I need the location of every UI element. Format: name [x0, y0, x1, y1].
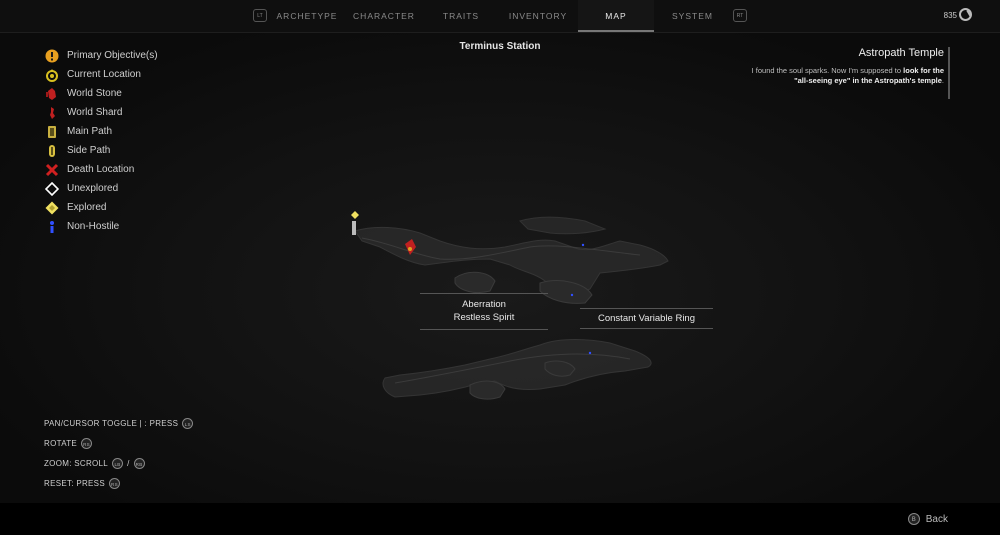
- legend-item-non-hostile: Non-Hostile: [44, 217, 158, 236]
- main-path-icon: [44, 124, 60, 140]
- legend-label: Side Path: [67, 145, 111, 156]
- tab-map[interactable]: MAP: [578, 0, 654, 32]
- death-location-icon: [44, 162, 60, 178]
- legend-item-current-location: Current Location: [44, 65, 158, 84]
- legend-label: World Stone: [67, 88, 122, 99]
- tab-system[interactable]: SYSTEM: [655, 0, 730, 32]
- legend-item-world-shard: World Shard: [44, 103, 158, 122]
- legend-item-world-stone: World Stone: [44, 84, 158, 103]
- legend-item-unexplored: Unexplored: [44, 179, 158, 198]
- explored-waypoint-icon: [351, 211, 359, 219]
- legend-label: Unexplored: [67, 183, 119, 194]
- right-bumper-button-icon: RB: [133, 457, 145, 469]
- legend-label: Main Path: [67, 126, 113, 137]
- legend-label: Death Location: [67, 164, 135, 175]
- left-bumper-key[interactable]: LT: [253, 9, 267, 22]
- control-label: ZOOM: SCROLL: [44, 458, 109, 468]
- explored-icon: [44, 200, 60, 216]
- map-legend: Primary Objective(s) Current Location Wo…: [44, 46, 158, 236]
- legend-label: Primary Objective(s): [67, 50, 158, 61]
- map-label-aberration[interactable]: Aberration Restless Spirit: [420, 293, 548, 330]
- legend-label: Non-Hostile: [67, 221, 120, 232]
- legend-item-death-location: Death Location: [44, 160, 158, 179]
- currency-amount: 835: [943, 11, 957, 20]
- world-shard-icon: [44, 105, 60, 121]
- scrap-currency-icon: [959, 8, 972, 21]
- control-reset: RESET: PRESS RS: [44, 473, 193, 493]
- unexplored-icon: [44, 181, 60, 197]
- objective-text-plain: I found the soul sparks. Now I'm suppose…: [751, 66, 902, 75]
- left-bumper-button-icon: LB: [112, 457, 124, 469]
- non-hostile-marker-icon: [581, 243, 585, 247]
- objective-text-end: .: [941, 76, 944, 85]
- bottom-bar: B Back: [0, 503, 1000, 535]
- player-marker-icon: [352, 221, 356, 235]
- back-label: Back: [925, 513, 948, 525]
- non-hostile-marker-icon: [570, 293, 574, 297]
- label-bottom-line: [580, 328, 713, 329]
- right-stick-button-icon: RS: [81, 437, 93, 449]
- label-bottom-line: [420, 329, 548, 330]
- primary-objective-icon: [44, 48, 60, 64]
- world-stone-icon: [44, 86, 60, 102]
- back-button[interactable]: B Back: [907, 513, 948, 525]
- objective-description: I found the soul sparks. Now I'm suppose…: [744, 66, 944, 86]
- tab-character[interactable]: CHARACTER: [345, 0, 423, 32]
- right-bumper-key[interactable]: RT: [733, 9, 747, 22]
- control-pan-cursor: PAN/CURSOR TOGGLE | : PRESS LS: [44, 413, 194, 433]
- tab-archetype[interactable]: ARCHETYPE: [270, 0, 344, 32]
- non-hostile-marker-icon: [588, 351, 592, 355]
- control-label: PAN/CURSOR TOGGLE | : PRESS: [44, 418, 179, 428]
- control-separator: /: [127, 458, 130, 468]
- control-label: RESET: PRESS: [44, 478, 105, 488]
- legend-label: Explored: [67, 202, 107, 213]
- label-top-line: [420, 293, 548, 294]
- legend-item-explored: Explored: [44, 198, 158, 217]
- tab-traits[interactable]: TRAITS: [424, 0, 498, 32]
- current-location-marker-icon: [408, 247, 412, 251]
- legend-item-main-path: Main Path: [44, 122, 158, 141]
- current-location-icon: [44, 67, 60, 83]
- top-nav-bar: LT ARCHETYPE CHARACTER TRAITS INVENTORY …: [0, 0, 1000, 33]
- objective-title: Astropath Temple: [858, 47, 944, 59]
- legend-label: Current Location: [67, 69, 141, 80]
- map-label-constant-variable-ring[interactable]: Constant Variable Ring: [580, 308, 713, 329]
- label-line-1: Aberration: [462, 299, 506, 310]
- label-line-1: Constant Variable Ring: [598, 313, 695, 324]
- right-stick-button-icon: RS: [108, 477, 120, 489]
- map-controls-hints: PAN/CURSOR TOGGLE | : PRESS LS ROTATE RS…: [44, 413, 194, 493]
- objective-accent-bar: [948, 47, 950, 99]
- tab-inventory[interactable]: INVENTORY: [499, 0, 577, 32]
- legend-label: World Shard: [67, 107, 123, 118]
- control-label: ROTATE: [44, 438, 78, 448]
- control-rotate: ROTATE RS: [44, 433, 193, 453]
- side-path-icon: [44, 143, 60, 159]
- left-stick-button-icon: LS: [182, 417, 194, 429]
- b-button-icon: B: [907, 513, 920, 525]
- legend-item-side-path: Side Path: [44, 141, 158, 160]
- control-zoom: ZOOM: SCROLL LB / RB: [44, 453, 193, 473]
- label-top-line: [580, 308, 713, 309]
- label-line-2: Restless Spirit: [453, 312, 515, 323]
- legend-item-primary-objective: Primary Objective(s): [44, 46, 158, 65]
- non-hostile-icon: [44, 219, 60, 235]
- objective-panel: Astropath Temple I found the soul sparks…: [744, 47, 944, 86]
